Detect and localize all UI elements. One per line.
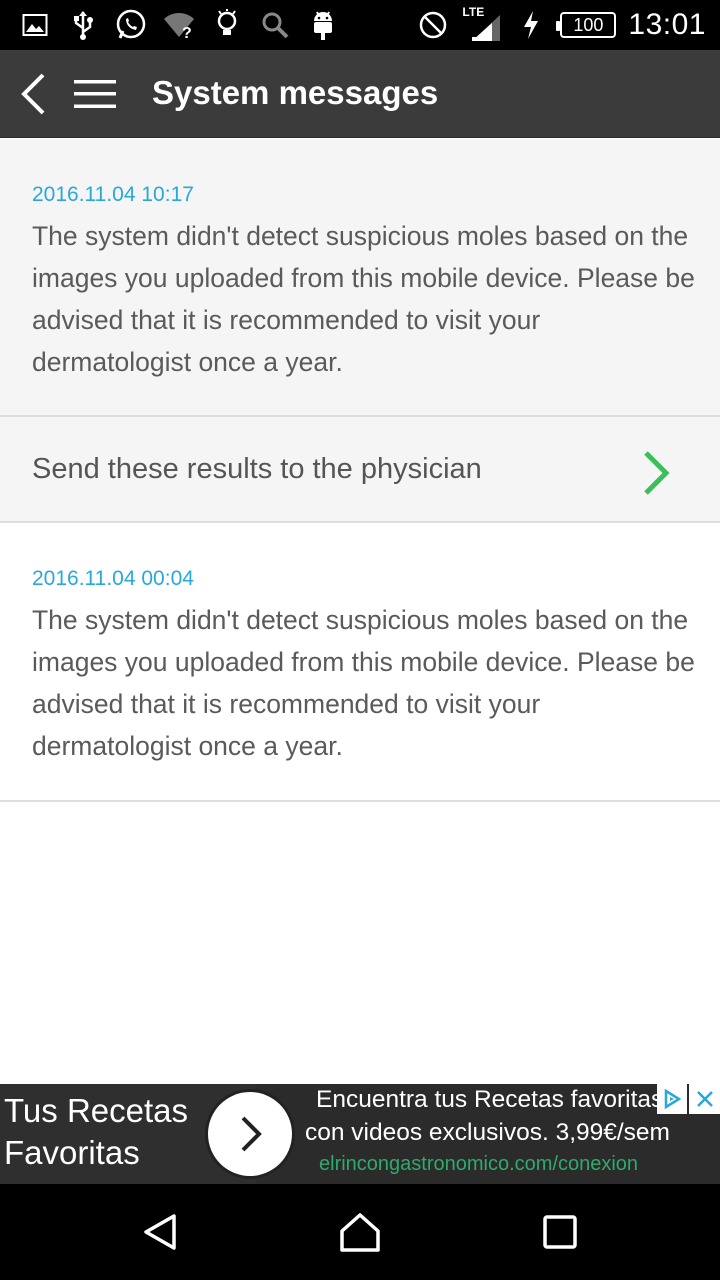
search-icon [258,8,292,42]
lightbulb-icon [210,8,244,42]
ad-text-line-2: con videos exclusivos. 3,99€/sem [305,1119,670,1146]
android-icon [306,8,340,42]
app-bar: System messages [0,50,720,138]
message-body: The system didn't detect suspicious mole… [32,605,695,761]
gallery-icon [18,8,52,42]
chevron-left-icon [21,73,45,115]
whatsapp-icon [114,8,148,42]
message-item[interactable]: 2016.11.04 10:17 The system didn't detec… [0,139,720,417]
ad-url[interactable]: elrincongastronomico.com/conexion [319,1153,638,1176]
nav-back-icon [144,1214,176,1250]
status-bar: ? LTE 100 13:01 [0,0,720,50]
nav-back-button[interactable] [130,1202,190,1262]
battery-icon: 100 [556,12,617,38]
status-bar-system: LTE 100 13:01 [416,0,706,50]
svg-text:?: ? [182,25,192,39]
chevron-right-icon [241,1116,262,1152]
message-date: 2016.11.04 10:17 [32,183,194,206]
status-bar-notifications: ? [18,0,340,50]
chevron-right-icon [644,451,670,495]
nav-home-icon [340,1213,380,1252]
ad-banner[interactable]: Tus Recetas Favoritas Encuentra tus Rece… [0,1084,720,1184]
close-icon[interactable] [689,1084,720,1114]
message-item[interactable]: 2016.11.04 00:04 The system didn't detec… [0,523,720,802]
wifi-question-icon: ? [162,8,196,42]
ad-text-line-1: Encuentra tus Recetas favoritas [316,1086,664,1113]
screen: ? LTE 100 13:01 System messages 2016.11.… [0,0,720,1280]
send-to-physician-button[interactable]: Send these results to the physician [0,417,720,523]
status-time: 13:01 [628,8,706,41]
signal-icon: LTE [462,5,502,43]
message-date: 2016.11.04 00:04 [32,567,194,590]
charging-icon [514,8,548,42]
ad-headline: Tus Recetas Favoritas [4,1092,189,1171]
nav-recents-button[interactable] [530,1202,590,1262]
do-not-disturb-icon [416,8,450,42]
page-title: System messages [152,74,439,111]
usb-icon [66,8,100,42]
nav-recents-icon [543,1215,577,1249]
battery-level: 100 [573,14,604,35]
back-button[interactable] [8,64,58,124]
ad-open-button[interactable] [208,1092,292,1176]
send-to-physician-label: Send these results to the physician [32,453,482,485]
ad-choices-icon[interactable] [657,1084,687,1114]
navigation-bar [0,1184,720,1280]
nav-home-button[interactable] [330,1202,390,1262]
hamburger-menu-icon [74,80,116,108]
menu-button[interactable] [66,64,124,124]
message-body: The system didn't detect suspicious mole… [32,221,695,377]
